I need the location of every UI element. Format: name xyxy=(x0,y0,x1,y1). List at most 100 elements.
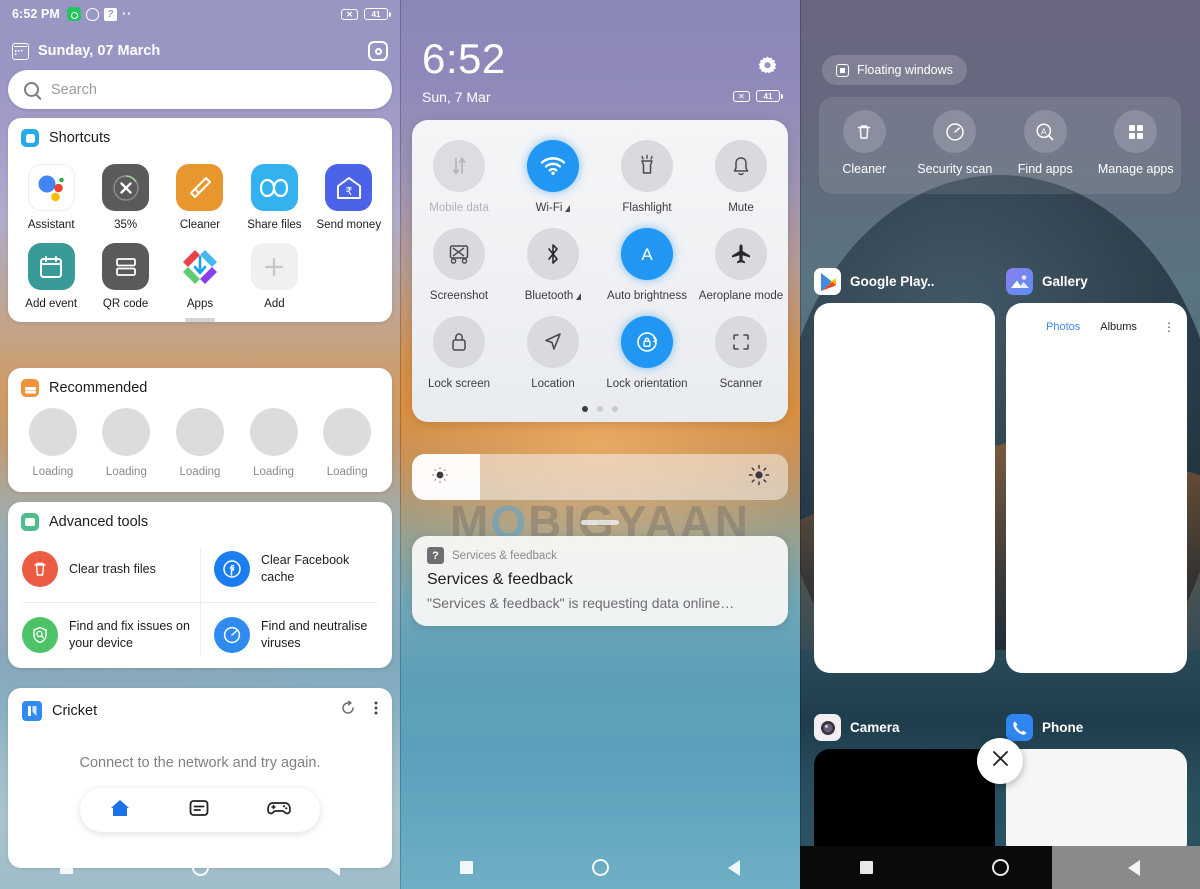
status-battery-block: ✕ 41 xyxy=(733,90,783,102)
close-all-button[interactable] xyxy=(977,738,1023,784)
shield-search-icon xyxy=(22,617,58,653)
back-triangle-icon[interactable] xyxy=(328,859,341,876)
recent-card-gallery[interactable]: Gallery Photos Albums ⋮ xyxy=(1006,268,1187,673)
refresh-icon[interactable] xyxy=(340,700,356,721)
toggle-label: Screenshot xyxy=(430,290,488,302)
brightness-slider[interactable] xyxy=(412,454,788,500)
search-input[interactable]: Search xyxy=(8,70,392,109)
home-icon[interactable] xyxy=(108,796,132,825)
placeholder-icon xyxy=(102,408,151,456)
advanced-tools-header: Advanced tools xyxy=(8,502,392,536)
toggle-label: Location xyxy=(531,378,574,390)
cricket-title: Cricket xyxy=(52,702,98,719)
recommended-item[interactable]: Loading xyxy=(310,408,384,478)
toggle-lock-screen[interactable]: Lock screen xyxy=(412,302,506,390)
recent-thumbnail[interactable] xyxy=(814,303,995,673)
shortcut-send-money[interactable]: ₹ Send money xyxy=(312,156,386,235)
advanced-tools-badge-icon xyxy=(21,513,39,531)
shortcut-add-event[interactable]: Add event xyxy=(14,235,88,314)
shortcut-cleaner[interactable]: Cleaner xyxy=(163,156,237,235)
tool-clear-facebook-cache[interactable]: Clear Facebook cache xyxy=(200,536,392,602)
recent-app-name: Gallery xyxy=(1042,274,1088,289)
tool-find-neutralise-viruses[interactable]: Find and neutralise viruses xyxy=(200,602,392,668)
toggle-screenshot[interactable]: Screenshot xyxy=(412,214,506,302)
shortcut-apps[interactable]: Apps xyxy=(163,235,237,314)
tool-find-fix-issues[interactable]: Find and fix issues on your device xyxy=(8,602,200,668)
quick-settings-card: Mobile data Wi-Fi Flashlight Mute Screen… xyxy=(412,120,788,422)
page-dot xyxy=(582,406,588,412)
toggle-mobile-data[interactable]: Mobile data xyxy=(412,126,506,214)
house-rupee-icon: ₹ xyxy=(325,164,373,211)
back-triangle-icon[interactable] xyxy=(1128,859,1141,876)
shortcut-assistant[interactable]: Assistant xyxy=(14,156,88,235)
toggle-label-text: Bluetooth xyxy=(524,290,574,302)
tool-cleaner[interactable]: Cleaner xyxy=(819,110,910,178)
shortcut-storage[interactable]: 35% xyxy=(88,156,162,235)
recent-card-phone[interactable]: Phone xyxy=(1006,714,1187,859)
tool-security-scan[interactable]: Security scan xyxy=(910,110,1001,178)
infinity-share-icon xyxy=(250,164,298,211)
toggle-lock-orientation[interactable]: Lock orientation xyxy=(600,302,694,390)
recents-square-icon[interactable] xyxy=(859,861,873,874)
toggle-wifi[interactable]: Wi-Fi xyxy=(506,126,600,214)
home-circle-icon[interactable] xyxy=(991,859,1009,876)
kebab-menu-icon[interactable] xyxy=(374,700,378,721)
shortcut-add[interactable]: Add xyxy=(237,235,311,314)
home-circle-icon[interactable] xyxy=(191,859,209,876)
back-triangle-icon[interactable] xyxy=(728,859,741,876)
clock-date: Sun, 7 Mar xyxy=(422,89,491,105)
recent-card-google-play[interactable]: Google Play.. xyxy=(814,268,995,673)
flashlight-icon xyxy=(621,140,673,192)
page-indicator[interactable] xyxy=(412,406,788,412)
floating-windows-chip[interactable]: Floating windows xyxy=(822,55,967,85)
recommended-item[interactable]: Loading xyxy=(90,408,164,478)
recommended-item[interactable]: Loading xyxy=(16,408,90,478)
shortcut-share-files[interactable]: Share files xyxy=(237,156,311,235)
toggle-label-text: Lock screen xyxy=(427,378,490,390)
kebab-menu-icon[interactable]: ⋮ xyxy=(1163,321,1175,333)
toggle-label: Flashlight xyxy=(622,202,671,214)
toggle-label-text: Scanner xyxy=(719,378,763,390)
recent-app-name: Camera xyxy=(850,720,900,735)
recent-thumbnail[interactable]: Photos Albums ⋮ xyxy=(1006,303,1187,673)
shortcuts-grid: Assistant 35% Cleaner Share files ₹ Send… xyxy=(8,152,392,316)
recommended-item[interactable]: Loading xyxy=(237,408,311,478)
recents-square-icon[interactable] xyxy=(59,861,73,874)
gear-icon[interactable] xyxy=(757,55,778,76)
gallery-icon xyxy=(1006,268,1033,295)
toggle-aeroplane-mode[interactable]: Aeroplane mode xyxy=(694,214,788,302)
shortcut-qr-code[interactable]: QR code xyxy=(88,235,162,314)
home-circle-icon[interactable] xyxy=(591,859,609,876)
toggle-auto-brightness[interactable]: A Auto brightness xyxy=(600,214,694,302)
tool-find-apps[interactable]: A Find apps xyxy=(1000,110,1091,178)
recommended-title: Recommended xyxy=(49,380,148,396)
recommended-item[interactable]: Loading xyxy=(163,408,237,478)
drag-handle[interactable] xyxy=(185,318,215,322)
tab-albums[interactable]: Albums xyxy=(1100,321,1137,333)
recent-thumbnail[interactable] xyxy=(1006,749,1187,859)
toggle-flashlight[interactable]: Flashlight xyxy=(600,126,694,214)
tool-label: Cleaner xyxy=(842,162,887,176)
panel-app-vault: 6:52 PM ? ·· ✕ 41 Sunday, 07 March Searc… xyxy=(0,0,400,889)
gamepad-icon[interactable] xyxy=(266,796,292,825)
location-arrow-icon xyxy=(527,316,579,368)
auto-brightness-icon: A xyxy=(621,228,673,280)
tool-clear-trash[interactable]: Clear trash files xyxy=(8,536,200,602)
toggle-label-text: Flashlight xyxy=(622,202,672,214)
clock-block: 6:52 Sun, 7 Mar xyxy=(422,38,506,106)
panel-recents: Floating windows Cleaner Security scan A… xyxy=(800,0,1200,889)
tab-photos[interactable]: Photos xyxy=(1046,321,1080,333)
toggle-label: Scanner xyxy=(720,378,763,390)
settings-hex-icon[interactable] xyxy=(368,41,388,61)
scorecard-icon[interactable] xyxy=(187,796,211,825)
toggle-bluetooth[interactable]: Bluetooth xyxy=(506,214,600,302)
drag-handle[interactable] xyxy=(581,520,619,525)
recents-square-icon[interactable] xyxy=(459,861,473,874)
gallery-tabs: Photos Albums ⋮ xyxy=(1006,303,1187,333)
brightness-low-icon xyxy=(430,465,450,490)
toggle-location[interactable]: Location xyxy=(506,302,600,390)
toggle-scanner[interactable]: Scanner xyxy=(694,302,788,390)
toggle-mute[interactable]: Mute xyxy=(694,126,788,214)
tool-manage-apps[interactable]: Manage apps xyxy=(1091,110,1182,178)
notification-card[interactable]: ? Services & feedback Services & feedbac… xyxy=(412,536,788,626)
